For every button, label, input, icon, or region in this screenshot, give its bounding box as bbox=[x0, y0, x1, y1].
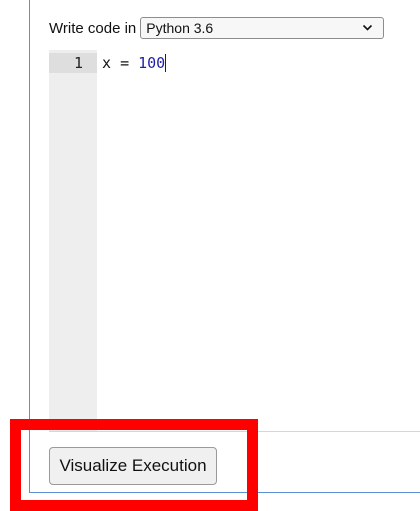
visualize-execution-button[interactable]: Visualize Execution bbox=[49, 447, 217, 485]
code-operator: = bbox=[120, 54, 130, 72]
code-line[interactable]: x = 100 bbox=[102, 54, 167, 72]
line-number: 1 bbox=[73, 54, 83, 72]
code-number-literal: 100 bbox=[138, 54, 166, 72]
line-number-gutter: 1 bbox=[49, 50, 97, 431]
code-variable: x bbox=[102, 54, 112, 72]
page: Write code in Python 3.6 1 x = 100 Visua… bbox=[0, 0, 420, 511]
chevron-down-icon bbox=[363, 24, 373, 31]
language-toolbar: Write code in Python 3.6 bbox=[49, 16, 385, 40]
code-editor[interactable]: 1 x = 100 bbox=[49, 50, 420, 432]
write-code-label: Write code in bbox=[49, 19, 137, 37]
text-cursor bbox=[165, 54, 167, 72]
language-select-value: Python 3.6 bbox=[146, 20, 214, 36]
language-select[interactable]: Python 3.6 bbox=[140, 17, 385, 39]
